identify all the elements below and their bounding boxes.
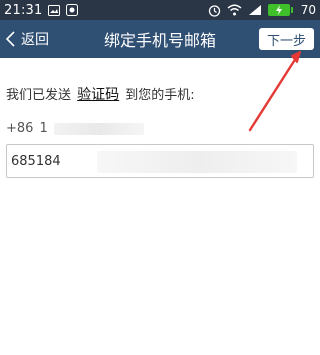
back-label: 返回	[21, 32, 49, 48]
status-bar: 21:31 70	[0, 0, 320, 20]
verification-code-input[interactable]: 685184	[6, 144, 314, 178]
chevron-left-icon	[6, 31, 15, 47]
wifi-icon	[227, 4, 242, 16]
image-icon	[48, 4, 61, 16]
sent-message: 我们已发送 验证码 到您的手机:	[6, 86, 316, 105]
country-code: +86	[6, 121, 34, 136]
sent-prefix: 我们已发送	[6, 88, 72, 103]
nav-bar: 返回 绑定手机号邮箱 下一步	[0, 20, 320, 58]
app-icon	[66, 4, 79, 16]
main-content: 我们已发送 验证码 到您的手机: +86 1 685184	[6, 58, 316, 178]
phone-visible-digit: 1	[39, 121, 48, 136]
status-right: 70	[208, 3, 316, 17]
next-step-button[interactable]: 下一步	[258, 28, 314, 50]
input-mask	[97, 151, 297, 173]
battery-icon	[267, 4, 293, 16]
signal-icon	[248, 4, 262, 16]
phone-mask	[53, 122, 144, 135]
battery-body	[267, 4, 290, 16]
battery-level: 70	[300, 3, 316, 17]
code-input-value: 685184	[11, 153, 61, 169]
phone-number: +86 1	[6, 121, 316, 136]
alarm-icon	[208, 4, 221, 17]
battery-tip	[290, 7, 293, 13]
status-time: 21:31	[4, 2, 43, 18]
back-button[interactable]: 返回	[6, 20, 49, 58]
sent-suffix: 到您的手机:	[125, 88, 195, 103]
verification-code-link[interactable]: 验证码	[77, 87, 119, 103]
status-left: 21:31	[4, 2, 79, 18]
